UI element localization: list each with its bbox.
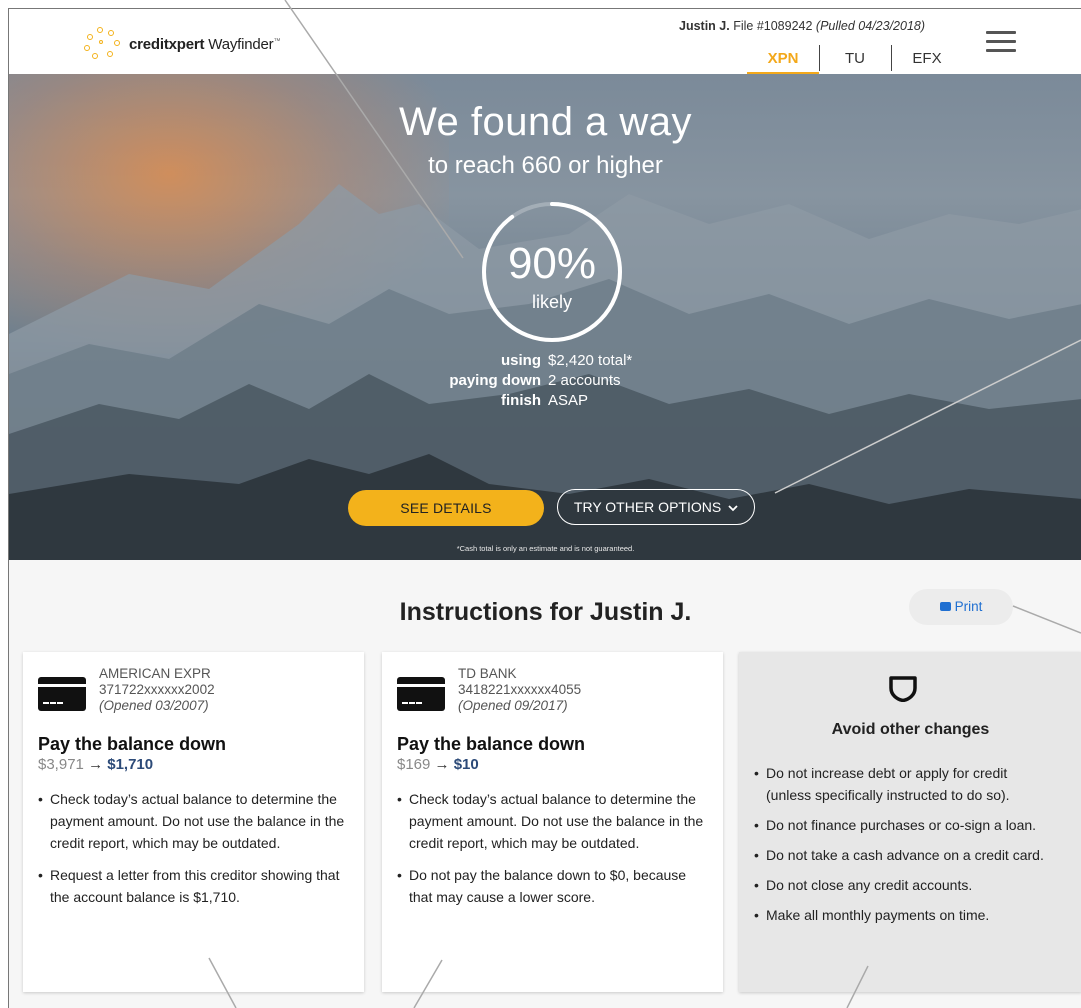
top-header: creditxpert Wayfinder™ Justin J. File #1… [8, 8, 1081, 75]
opened-date: (Opened 09/2017) [458, 698, 568, 713]
print-button[interactable]: Print [909, 589, 1013, 625]
balance-change: $169 → $10 [397, 756, 479, 773]
list-item: Request a letter from this creditor show… [38, 864, 350, 908]
account-card: AMERICAN EXPR 371722xxxxxx2002 (Opened 0… [23, 652, 364, 992]
likelihood-label: likely [531, 292, 572, 312]
brand-logo[interactable]: creditxpert Wayfinder™ [83, 26, 280, 62]
list-item: Check today’s actual balance to determin… [38, 788, 350, 854]
stat-row: paying down 2 accounts [449, 372, 621, 389]
user-name: Justin J. [679, 19, 730, 33]
instruction-list: Check today’s actual balance to determin… [397, 788, 709, 918]
brand-name: creditxpert Wayfinder™ [129, 35, 281, 53]
bureau-tabs: XPN TU EFX [747, 43, 963, 75]
file-number: File #1089242 [733, 19, 813, 33]
action-title: Pay the balance down [38, 734, 227, 754]
balance-change: $3,971 → $1,710 [38, 756, 154, 773]
see-details-button[interactable]: SEE DETAILS [348, 490, 544, 526]
list-item: Do not close any credit accounts. [754, 874, 1054, 896]
account-card: TD BANK 3418221xxxxxx4055 (Opened 09/201… [382, 652, 723, 992]
instruction-list: Check today’s actual balance to determin… [38, 788, 350, 918]
avoid-title: Avoid other changes [831, 721, 990, 738]
chevron-down-icon [728, 505, 738, 512]
list-item: Do not finance purchases or co-sign a lo… [754, 814, 1054, 836]
tab-xpn[interactable]: XPN [747, 43, 819, 75]
likelihood-percent: 90% [507, 239, 597, 288]
plan-stats: using $2,420 total* paying down 2 accounts… [389, 351, 632, 411]
shield-icon [889, 676, 917, 702]
try-other-options-button[interactable]: TRY OTHER OPTIONS [557, 489, 755, 525]
hero-subtitle: to reach 660 or higher [428, 152, 663, 179]
credit-card-icon [38, 677, 86, 711]
stat-row: using $2,420 total* [501, 352, 633, 369]
tab-efx[interactable]: EFX [891, 43, 963, 75]
list-item: Make all monthly payments on time. [754, 904, 1054, 926]
file-info: Justin J. File #1089242 (Pulled 04/23/20… [679, 19, 925, 33]
menu-icon[interactable] [986, 31, 1016, 53]
credit-card-icon [397, 677, 445, 711]
creditor-name: TD BANK [458, 666, 517, 681]
account-number: 371722xxxxxx2002 [99, 682, 215, 697]
tab-tu[interactable]: TU [819, 43, 891, 75]
action-title: Pay the balance down [397, 734, 586, 754]
hero-banner: We found a way to reach 660 or higher 90… [8, 74, 1081, 560]
print-icon [939, 602, 951, 611]
logo-sunburst-icon [83, 26, 125, 62]
avoid-changes-card: Avoid other changes Do not increase debt… [739, 652, 1081, 992]
account-number: 3418221xxxxxx4055 [458, 682, 582, 697]
account-info: TD BANK 3418221xxxxxx4055 (Opened 09/201… [458, 666, 581, 714]
stat-row: finish ASAP [501, 392, 589, 409]
avoid-list: Do not increase debt or apply for credit… [754, 762, 1054, 934]
opened-date: (Opened 03/2007) [99, 698, 209, 713]
account-info: AMERICAN EXPR 371722xxxxxx2002 (Opened 0… [99, 666, 215, 714]
list-item: Check today’s actual balance to determin… [397, 788, 709, 854]
hero-title: We found a way [398, 100, 693, 144]
creditor-name: AMERICAN EXPR [99, 666, 211, 681]
pulled-date: (Pulled 04/23/2018) [815, 19, 926, 33]
list-item: Do not pay the balance down to $0, becau… [397, 864, 709, 908]
list-item: Do not increase debt or apply for credit… [754, 762, 1054, 806]
cash-disclaimer: *Cash total is only an estimate and is n… [456, 544, 635, 553]
list-item: Do not take a cash advance on a credit c… [754, 844, 1054, 866]
instructions-section: Instructions for Justin J. Print AMERICA… [8, 560, 1081, 1008]
